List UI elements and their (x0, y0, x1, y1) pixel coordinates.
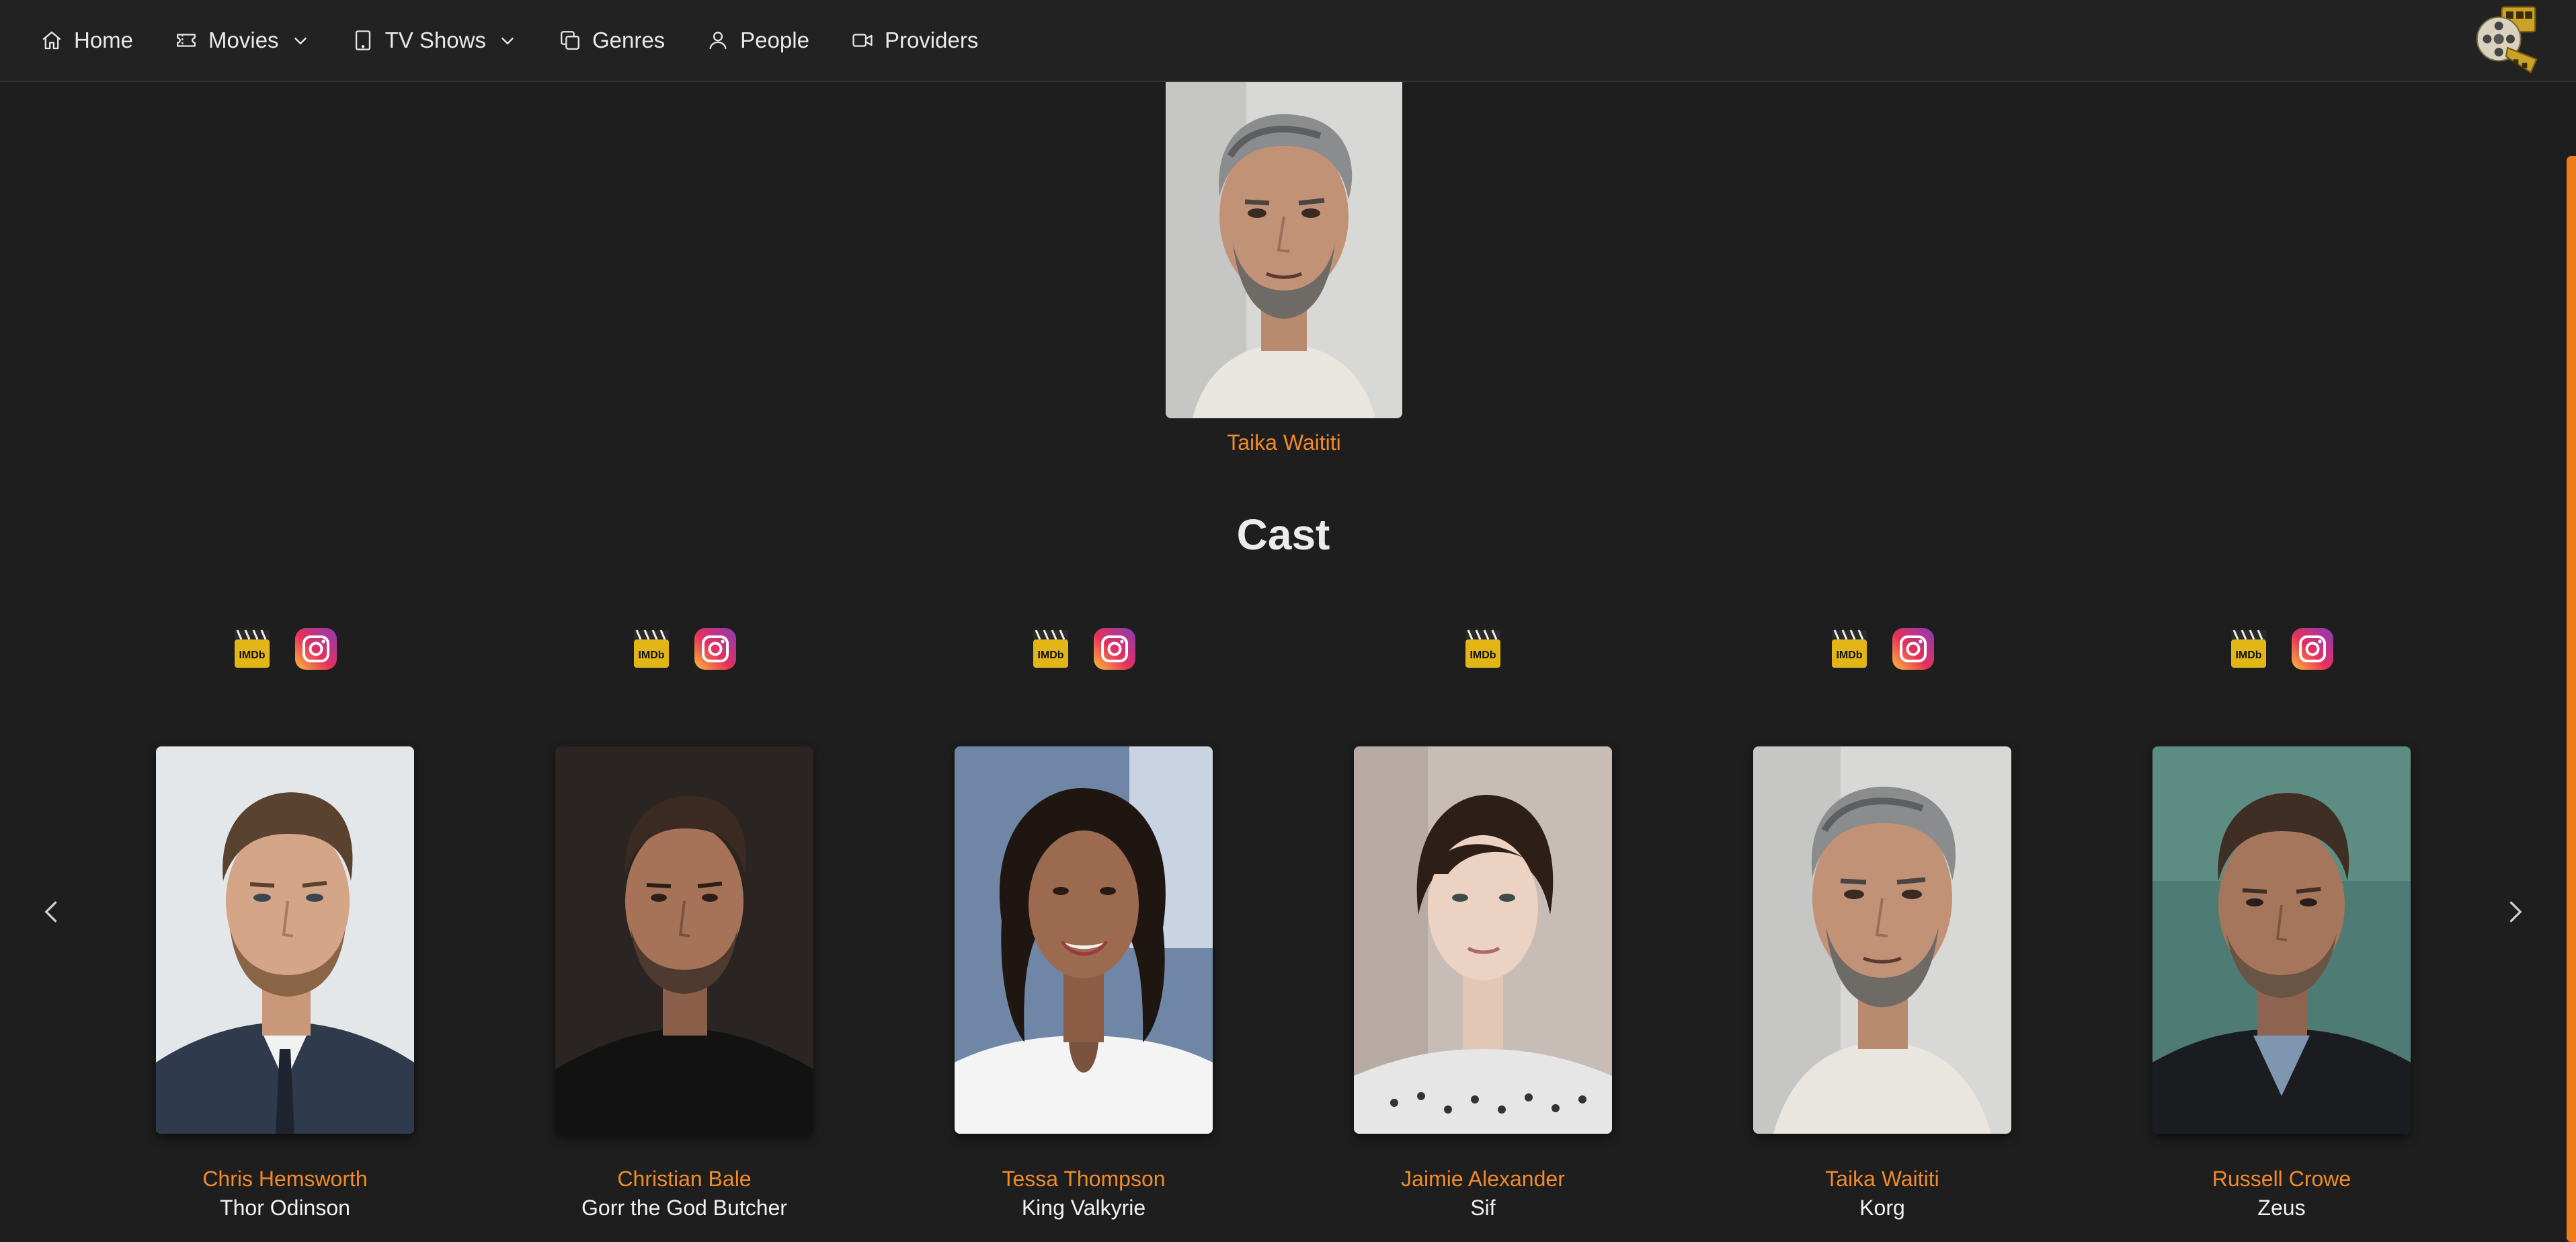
home-icon (42, 31, 61, 50)
director-photo[interactable] (1166, 82, 1402, 418)
cast-name[interactable]: Chris Hemsworth (156, 1165, 414, 1193)
social-links: IMDb (955, 625, 1213, 672)
imdb-label: IMDb (2235, 650, 2261, 661)
cast-carousel: IMDb Chris Hemsworth Thor Odinson IMDb C… (0, 625, 2567, 1220)
cast-role: Sif (1470, 1196, 1496, 1220)
nav-providers-label: Providers (884, 28, 979, 52)
cast-photo[interactable] (955, 746, 1213, 1134)
instagram-icon[interactable] (1891, 627, 1935, 671)
cast-role: Zeus (2257, 1196, 2306, 1220)
social-links: IMDb (2152, 625, 2411, 672)
director-name[interactable]: Taika Waititi (1166, 430, 1402, 455)
nav-home-label: Home (74, 28, 134, 52)
instagram-icon[interactable] (294, 627, 338, 671)
nav-menu: Home Movies TV Shows Genres People Provi… (40, 0, 1020, 81)
cast-section-title: Cast (1236, 510, 1330, 559)
nav-genres-label: Genres (592, 28, 666, 52)
cast-card: IMDb Jaimie Alexander Sif (1354, 625, 1612, 1222)
video-icon (852, 34, 873, 47)
film-reel-logo[interactable] (2470, 3, 2542, 75)
imdb-label: IMDb (1836, 650, 1862, 661)
cast-photo[interactable] (555, 746, 813, 1134)
nav-movies[interactable]: Movies (175, 28, 310, 53)
cast-role: Thor Odinson (220, 1196, 350, 1220)
imdb-icon[interactable]: IMDb (1463, 627, 1503, 670)
top-navbar: Home Movies TV Shows Genres People Provi… (0, 0, 2576, 82)
cast-role: Gorr the God Butcher (581, 1196, 787, 1220)
cast-photo[interactable] (1354, 746, 1612, 1134)
imdb-icon[interactable]: IMDb (1829, 627, 1869, 670)
imdb-label: IMDb (239, 650, 265, 661)
director-card[interactable]: Taika Waititi (1166, 82, 1402, 455)
cast-photo[interactable] (2152, 746, 2411, 1134)
imdb-icon[interactable]: IMDb (232, 627, 272, 670)
cast-card: IMDb (2152, 625, 2411, 1222)
social-links: IMDb (555, 625, 813, 672)
chevron-down-icon[interactable] (498, 31, 517, 50)
chevron-down-icon[interactable] (291, 31, 310, 50)
cast-name[interactable]: Christian Bale (555, 1165, 813, 1193)
cast-role: Korg (1859, 1196, 1905, 1220)
cast-name[interactable]: Taika Waititi (1753, 1165, 2011, 1193)
tablet-icon (355, 30, 370, 50)
instagram-icon[interactable] (2290, 627, 2335, 671)
imdb-label: IMDb (1470, 650, 1496, 661)
cast-photo[interactable] (156, 746, 414, 1134)
social-links: IMDb (1753, 625, 2011, 672)
nav-tv-shows-label: TV Shows (385, 28, 486, 52)
ticket-icon (177, 34, 196, 47)
cast-name[interactable]: Tessa Thompson (955, 1165, 1213, 1193)
cast-card: IMDb (156, 625, 414, 1222)
social-links: IMDb (156, 625, 414, 672)
cast-card: IMDb (1753, 625, 2011, 1222)
imdb-icon[interactable]: IMDb (2228, 627, 2269, 670)
copy-icon (561, 31, 579, 50)
scrollbar-thumb[interactable] (2567, 156, 2576, 1242)
cast-photo[interactable] (1753, 746, 2011, 1134)
person-icon (709, 32, 727, 49)
imdb-label: IMDb (638, 650, 664, 661)
nav-home[interactable]: Home (40, 28, 133, 53)
nav-people[interactable]: People (707, 28, 809, 53)
nav-tv-shows[interactable]: TV Shows (352, 28, 517, 53)
cast-card: IMDb (555, 625, 813, 1222)
instagram-icon[interactable] (1092, 627, 1137, 671)
imdb-icon[interactable]: IMDb (631, 627, 672, 670)
instagram-icon[interactable] (693, 627, 737, 671)
nav-providers[interactable]: Providers (851, 28, 978, 53)
cast-card: IMDb (955, 625, 1213, 1222)
cast-role: King Valkyrie (1021, 1196, 1146, 1220)
nav-movies-label: Movies (208, 28, 279, 52)
nav-genres[interactable]: Genres (559, 28, 665, 53)
imdb-label: IMDb (1037, 650, 1063, 661)
imdb-icon[interactable]: IMDb (1031, 627, 1071, 670)
cast-name[interactable]: Jaimie Alexander (1354, 1165, 1612, 1193)
social-links: IMDb (1354, 625, 1612, 672)
nav-people-label: People (740, 28, 809, 52)
cast-name[interactable]: Russell Crowe (2152, 1165, 2411, 1193)
